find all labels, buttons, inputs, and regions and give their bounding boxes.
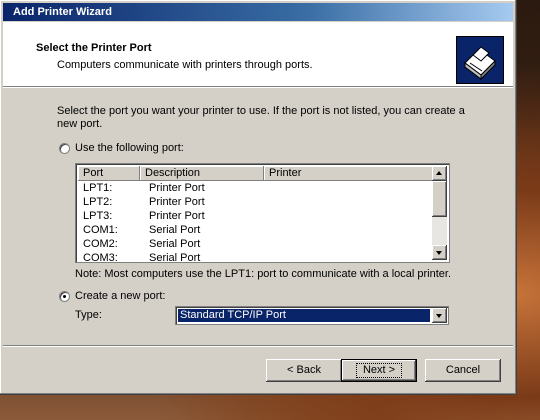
port-name: LPT3: [83, 210, 113, 222]
port-type-value: Standard TCP/IP Port [178, 309, 430, 322]
port-list-header: Port Description Printer [78, 166, 435, 181]
port-name: LPT1: [83, 182, 113, 194]
header-divider [3, 87, 513, 88]
port-name: COM2: [83, 238, 118, 250]
arrow-up-icon [436, 171, 442, 175]
port-name: LPT2: [83, 196, 113, 208]
intro-line-2: new port. [57, 118, 103, 130]
window-title: Add Printer Wizard [13, 6, 112, 18]
page-subtitle: Computers communicate with printers thro… [57, 59, 313, 71]
use-existing-port-label[interactable]: Use the following port: [75, 142, 184, 154]
list-item[interactable]: COM1: Serial Port [78, 223, 435, 237]
use-existing-port-radio[interactable] [59, 143, 70, 154]
column-header-port[interactable]: Port [78, 166, 140, 181]
cancel-button[interactable]: Cancel [425, 359, 501, 382]
port-description: Printer Port [149, 210, 205, 222]
port-description: Printer Port [149, 182, 205, 194]
wizard-header: Select the Printer Port Computers commun… [3, 22, 513, 87]
column-header-printer[interactable]: Printer [264, 166, 435, 181]
chevron-down-icon [436, 314, 442, 318]
intro-text: Select the port you want your printer to… [57, 105, 467, 131]
port-description: Printer Port [149, 196, 205, 208]
port-list-rows: LPT1: Printer Port LPT2: Printer Port LPT3… [78, 181, 435, 263]
printer-icon [456, 36, 504, 84]
list-item[interactable]: LPT3: Printer Port [78, 209, 435, 223]
port-description: Serial Port [149, 238, 201, 250]
port-description: Serial Port [149, 224, 201, 236]
list-item[interactable]: COM2: Serial Port [78, 237, 435, 251]
create-new-port-radio[interactable] [59, 291, 70, 302]
port-list-scrollbar[interactable] [432, 166, 447, 260]
scroll-up-button[interactable] [432, 166, 447, 181]
list-item[interactable]: LPT1: Printer Port [78, 181, 435, 195]
create-new-port-label[interactable]: Create a new port: [75, 290, 166, 302]
intro-line-1: Select the port you want your printer to… [57, 105, 465, 117]
port-list[interactable]: Port Description Printer LPT1: Printer Po… [75, 163, 450, 263]
next-button[interactable]: Next > [341, 359, 417, 382]
list-item[interactable]: COM3: Serial Port [78, 251, 435, 263]
port-name: COM1: [83, 224, 118, 236]
page-title: Select the Printer Port [36, 42, 152, 54]
arrow-down-icon [436, 251, 442, 255]
footer-divider [3, 345, 513, 347]
scroll-down-button[interactable] [432, 245, 447, 260]
port-type-label: Type: [75, 309, 102, 321]
title-bar[interactable]: Add Printer Wizard [3, 3, 513, 21]
column-header-description[interactable]: Description [140, 166, 264, 181]
scroll-thumb[interactable] [432, 181, 447, 217]
next-button-label: Next > [355, 363, 403, 378]
port-description: Serial Port [149, 252, 201, 263]
port-type-dropdown-button[interactable] [432, 308, 447, 323]
back-button[interactable]: < Back [266, 359, 342, 382]
add-printer-wizard-window: Add Printer Wizard Select the Printer Po… [0, 0, 517, 395]
list-item[interactable]: LPT2: Printer Port [78, 195, 435, 209]
port-name: COM3: [83, 252, 118, 263]
port-type-select[interactable]: Standard TCP/IP Port [175, 306, 449, 325]
lpt1-note: Note: Most computers use the LPT1: port … [75, 268, 452, 280]
